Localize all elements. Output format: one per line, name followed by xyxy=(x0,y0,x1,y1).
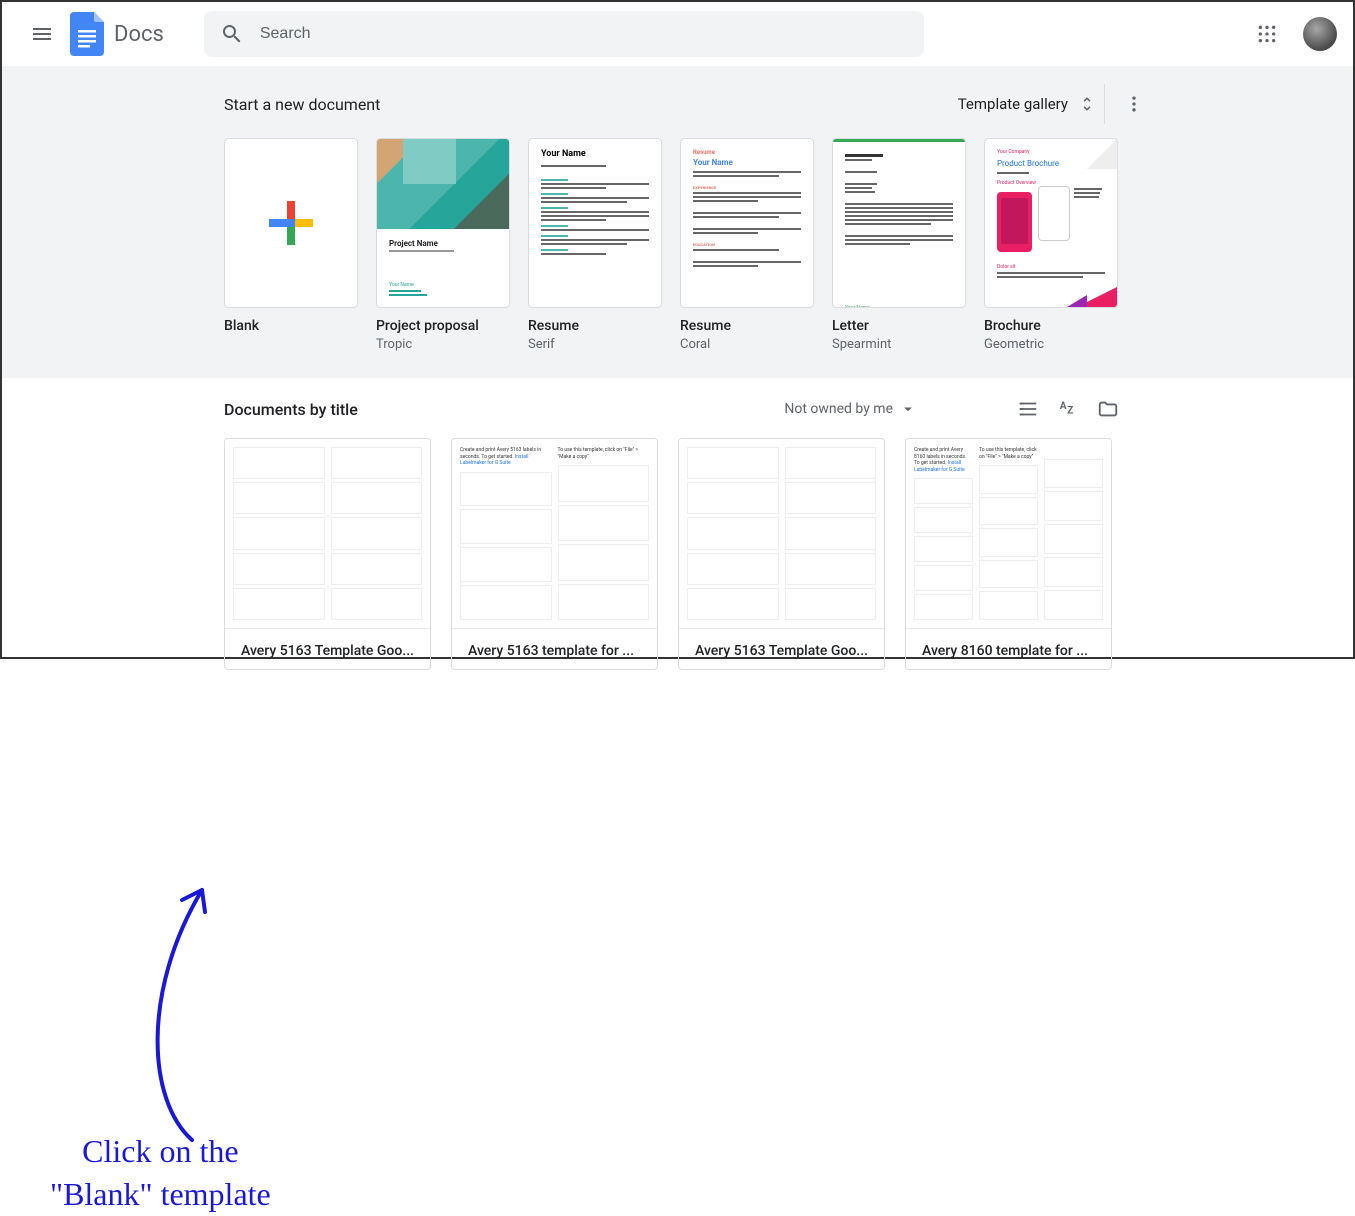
docs-view-controls: AZ xyxy=(1017,398,1119,420)
document-name: Avery 8160 template for ... xyxy=(906,629,1111,669)
thumb-heading: Project Name xyxy=(389,239,497,248)
app-logo[interactable]: Docs xyxy=(70,12,164,56)
svg-text:Z: Z xyxy=(1067,406,1073,417)
hamburger-icon xyxy=(30,22,54,46)
template-subtitle: Spearmint xyxy=(832,336,966,354)
template-gallery-button[interactable]: Template gallery xyxy=(958,95,1096,113)
search-input[interactable] xyxy=(260,25,908,43)
template-letter[interactable]: Your Name Letter Spearmint xyxy=(832,138,966,354)
template-project-proposal[interactable]: Project Name Your Name Project proposal … xyxy=(376,138,510,354)
documents-header: Documents by title Not owned by me AZ xyxy=(224,398,1119,420)
template-header: Start a new document Template gallery xyxy=(224,84,1144,124)
unfold-icon xyxy=(1078,95,1096,113)
thumb-heading: Your Name xyxy=(693,158,801,167)
annotation-arrow xyxy=(127,870,237,1150)
docs-icon xyxy=(70,12,106,56)
annotation-text: Click on the "Blank" template xyxy=(50,1130,271,1216)
sort-az-icon[interactable]: AZ xyxy=(1057,398,1079,420)
template-title: Letter xyxy=(832,316,966,336)
template-section: Start a new document Template gallery xyxy=(2,66,1353,378)
document-card[interactable]: Create and print Avery 5163 labels in se… xyxy=(451,438,658,670)
documents-section: Documents by title Not owned by me AZ Av… xyxy=(224,378,1119,690)
plus-icon xyxy=(269,201,313,245)
document-name: Avery 5163 Template Goo... xyxy=(679,629,884,669)
template-row: Blank Project Name Your Name Project pro… xyxy=(224,138,1144,354)
app-header: Docs xyxy=(2,2,1353,66)
template-subtitle: Serif xyxy=(528,336,662,354)
account-avatar[interactable] xyxy=(1303,17,1337,51)
document-name: Avery 5163 Template Goo... xyxy=(225,629,430,669)
folder-icon[interactable] xyxy=(1097,398,1119,420)
template-title: Resume xyxy=(680,316,814,336)
google-apps-button[interactable] xyxy=(1247,14,1287,54)
documents-grid: Avery 5163 Template Goo... Create and pr… xyxy=(224,438,1119,670)
template-subtitle: Tropic xyxy=(376,336,510,354)
app-name: Docs xyxy=(114,22,164,47)
template-subtitle: Coral xyxy=(680,336,814,354)
template-brochure[interactable]: Your Company Product Brochure Product Ov… xyxy=(984,138,1118,354)
template-title: Resume xyxy=(528,316,662,336)
document-name: Avery 5163 template for ... xyxy=(452,629,657,669)
ownership-filter-label: Not owned by me xyxy=(784,401,893,417)
template-title: Project proposal xyxy=(376,316,510,336)
thumb-heading: Your Name xyxy=(541,149,649,159)
template-gallery-label: Template gallery xyxy=(958,95,1068,113)
start-new-doc-label: Start a new document xyxy=(224,95,380,114)
document-card[interactable]: Create and print Avery 8160 labels in se… xyxy=(905,438,1112,670)
thumb-footer: Your Name xyxy=(389,282,497,288)
list-view-icon[interactable] xyxy=(1017,398,1039,420)
main-menu-button[interactable] xyxy=(18,10,66,58)
documents-title: Documents by title xyxy=(224,400,358,419)
ownership-filter[interactable]: Not owned by me xyxy=(784,400,917,418)
template-resume-coral[interactable]: Resume Your Name EXPERIENCE EDUCATION xyxy=(680,138,814,354)
document-card[interactable]: Avery 5163 Template Goo... xyxy=(224,438,431,670)
document-card[interactable]: Avery 5163 Template Goo... xyxy=(678,438,885,670)
header-right xyxy=(1247,14,1337,54)
template-subtitle: Geometric xyxy=(984,336,1118,354)
search-bar[interactable] xyxy=(204,11,924,57)
template-blank[interactable]: Blank xyxy=(224,138,358,354)
template-more-button[interactable] xyxy=(1104,84,1144,124)
thumb-label: Resume xyxy=(693,149,801,156)
template-title: Brochure xyxy=(984,316,1118,336)
template-title: Blank xyxy=(224,316,358,336)
thumb-signature: Your Name xyxy=(845,305,953,308)
search-icon xyxy=(220,22,244,46)
more-vert-icon xyxy=(1124,94,1144,114)
svg-text:A: A xyxy=(1060,401,1067,412)
template-resume-serif[interactable]: Your Name Resume Serif xyxy=(528,138,662,354)
apps-grid-icon xyxy=(1257,24,1277,44)
dropdown-icon xyxy=(899,400,917,418)
